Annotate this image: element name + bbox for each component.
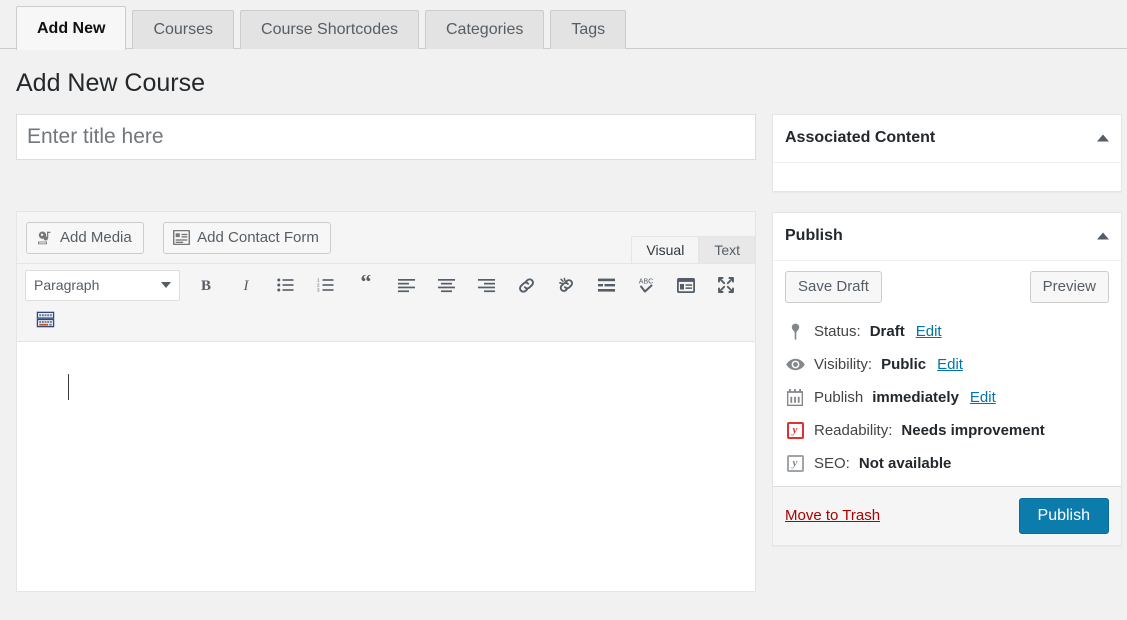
add-media-label: Add Media [60,230,132,245]
blockquote-icon[interactable]: “ [351,270,381,300]
remove-link-icon[interactable] [551,270,581,300]
fullscreen-icon[interactable] [711,270,741,300]
svg-text:B: B [201,278,211,294]
post-status-label: Status: [814,321,861,342]
main-column: Add Media Add Contact Form [16,114,756,592]
move-to-trash-link[interactable]: Move to Trash [785,507,880,524]
associated-content-postbox: Associated Content [772,114,1122,192]
tab-add-new[interactable]: Add New [16,6,126,50]
major-publishing-actions: Move to Trash Publish [773,486,1121,545]
publish-postbox: Publish Save Draft Preview Status: Dr [772,212,1122,546]
seo-label: SEO: [814,453,850,474]
page-title: Add New Course [0,49,1127,114]
align-right-icon[interactable] [471,270,501,300]
seo-value: Not available [859,453,952,474]
contact-form-icon [173,230,190,245]
content-wrapper: Add Media Add Contact Form [0,114,1127,592]
add-contact-form-button[interactable]: Add Contact Form [163,222,331,254]
editor-content-area[interactable] [17,341,755,591]
svg-text:I: I [243,278,250,294]
save-draft-button[interactable]: Save Draft [785,271,882,303]
edit-status-link[interactable]: Edit [916,321,942,342]
sidebar-column: Associated Content Publish Save Draft Pr… [772,114,1122,566]
align-center-icon[interactable] [431,270,461,300]
text-cursor [68,374,69,400]
minor-publishing-actions: Save Draft Preview [773,261,1121,315]
editor-toolbar-row-2 [23,303,755,337]
post-visibility-value: Public [881,354,926,375]
post-visibility-row: Visibility: Public Edit [785,348,1109,381]
bulleted-list-icon[interactable] [271,270,301,300]
add-media-icon [36,230,53,246]
readability-score-row: y Readability: Needs improvement [785,414,1109,447]
tab-list: Add NewCoursesCourse ShortcodesCategorie… [16,0,1127,49]
tab-course-shortcodes[interactable]: Course Shortcodes [240,10,419,49]
post-schedule-value: immediately [872,387,959,408]
associated-content-title: Associated Content [785,130,935,146]
editor-media-bar: Add Media Add Contact Form [17,212,755,263]
spellcheck-abc-icon[interactable]: ABC [631,270,661,300]
paragraph-format-select[interactable]: Paragraph [25,270,180,301]
tab-tags[interactable]: Tags [550,10,626,49]
pin-icon [785,321,805,341]
svg-text:“: “ [361,275,372,294]
svg-text:ABC: ABC [639,279,653,286]
publish-button[interactable]: Publish [1019,498,1109,534]
post-visibility-label: Visibility: [814,354,872,375]
editor-toolbar-row-1: Paragraph B I [23,268,755,303]
post-status-value: Draft [870,321,905,342]
svg-text:3: 3 [317,288,320,293]
publish-title: Publish [785,228,843,244]
bold-icon[interactable]: B [191,270,221,300]
post-editor: Add Media Add Contact Form [16,211,756,592]
yoast-icon: y [785,453,805,473]
tab-categories[interactable]: Categories [425,10,544,49]
seo-score-row: y SEO: Not available [785,447,1109,480]
calendar-icon [785,387,805,407]
editor-mode-tab-text[interactable]: Text [699,236,755,263]
tab-courses[interactable]: Courses [132,10,234,49]
post-schedule-label: Publish [814,387,863,408]
insert-read-more-icon[interactable] [591,270,621,300]
readability-value: Needs improvement [901,420,1044,441]
editor-mode-tabs: VisualText [631,236,755,263]
chevron-down-icon [161,282,171,288]
distraction-free-toggle-icon[interactable] [671,270,701,300]
edit-visibility-link[interactable]: Edit [937,354,963,375]
post-title-input[interactable] [16,114,756,160]
paragraph-format-value: Paragraph [34,277,99,293]
editor-mode-tab-visual[interactable]: Visual [631,236,699,263]
numbered-list-icon[interactable]: 1 2 3 [311,270,341,300]
insert-link-icon[interactable] [511,270,541,300]
collapse-arrow-icon[interactable] [1097,233,1109,240]
post-schedule-row: Publish immediately Edit [785,381,1109,414]
post-status-row: Status: Draft Edit [785,315,1109,348]
tab-bar: Add NewCoursesCourse ShortcodesCategorie… [0,0,1127,49]
edit-schedule-link[interactable]: Edit [970,387,996,408]
add-media-button[interactable]: Add Media [26,222,144,254]
eye-icon [785,354,805,374]
collapse-arrow-icon[interactable] [1097,135,1109,142]
align-left-icon[interactable] [391,270,421,300]
add-contact-form-label: Add Contact Form [197,230,319,245]
readability-label: Readability: [814,420,892,441]
preview-button[interactable]: Preview [1030,271,1109,303]
yoast-icon: y [785,420,805,440]
italic-icon[interactable]: I [231,270,261,300]
associated-content-header[interactable]: Associated Content [773,115,1121,163]
associated-content-body [773,163,1121,191]
misc-publishing-actions: Status: Draft Edit Visibility: Public Ed… [773,315,1121,486]
publish-header[interactable]: Publish [773,213,1121,261]
keyboard-shortcuts-icon[interactable] [30,305,60,335]
editor-toolbar: Paragraph B I [17,263,755,341]
